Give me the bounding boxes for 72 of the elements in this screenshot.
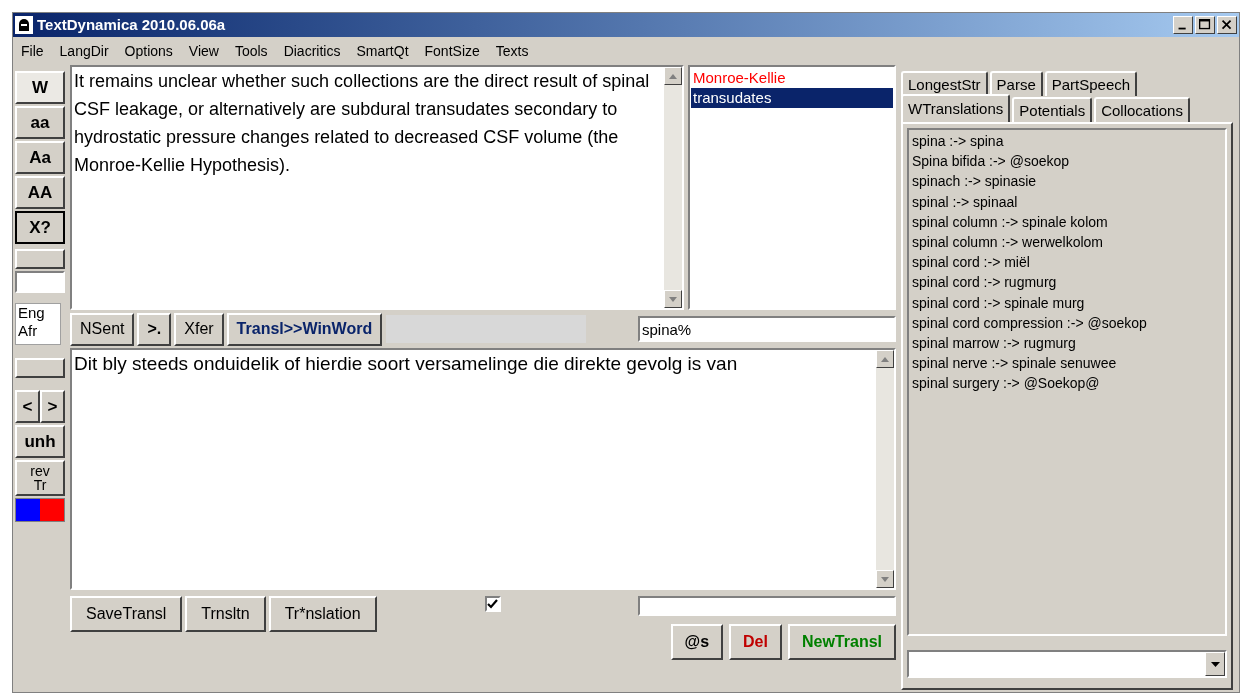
text-field[interactable] [638,596,896,616]
menu-item[interactable]: Tools [234,40,268,62]
toolbar-button[interactable]: W [15,71,65,104]
translation-entry[interactable]: spinach :-> spinasie [912,171,1222,192]
translation-entry[interactable]: spinal marrow :-> rugmurg [912,333,1222,354]
app-icon [15,16,33,34]
toolbar-button[interactable]: SaveTransl [70,596,183,632]
term-list[interactable]: Monroe-Kellie transudates [688,65,896,310]
tab[interactable]: Collocations [1094,97,1190,122]
arrow-button[interactable]: < [15,390,40,423]
menu-item[interactable]: File [21,40,44,62]
translation-entry[interactable]: spina :-> spina [912,131,1222,152]
term-item[interactable]: Monroe-Kellie [691,68,893,88]
translation-entry[interactable]: spinal cord :-> miël [912,252,1222,273]
tab[interactable]: Parse [989,71,1043,96]
translation-entry[interactable]: Spina bifida :-> @soekop [912,151,1222,172]
translation-entry[interactable]: spinal cord compression :-> @soekop [912,312,1222,334]
menu-item[interactable]: Options [124,40,173,62]
tab[interactable]: LongestStr [901,71,988,96]
dropdown[interactable] [907,650,1227,678]
menu-item[interactable]: Diacritics [283,40,341,62]
tab[interactable]: PartSpeech [1044,71,1138,96]
scrollbar[interactable] [664,67,682,308]
toolbar-button[interactable]: X? [15,211,65,244]
translation-entry[interactable]: spinal cord :-> rugmurg [912,272,1222,293]
translation-entry[interactable]: spinal cord :-> spinale murg [912,292,1222,313]
toolbar-button[interactable]: aa [15,106,65,139]
tab[interactable]: WTranslations [901,94,1011,122]
toolbar-button[interactable]: NSent [70,312,135,346]
language-label[interactable]: Eng [18,304,58,322]
window-title: TextDynamica 2010.06.06a [37,14,226,35]
toolbar-button[interactable]: Tr*nslation [268,596,377,632]
arrow-button[interactable]: > [40,390,65,423]
scroll-up-icon[interactable] [669,73,677,79]
menu-item[interactable]: FontSize [424,40,480,62]
maximize-icon[interactable] [1195,16,1215,34]
scroll-down-icon[interactable] [881,576,889,582]
blank-button[interactable] [15,249,65,269]
toolbar-button[interactable]: Aa [15,141,65,174]
translation-entry[interactable]: spinal column :-> werwelkolom [912,232,1222,253]
action-button[interactable]: @s [670,624,724,660]
toolbar-button[interactable]: Transl>>WinWord [226,312,383,346]
color-swatch[interactable] [16,499,40,521]
toolbar-button[interactable]: Trnsltn [185,596,266,632]
menu-item[interactable]: SmartQt [356,40,409,62]
menu-item[interactable]: View [188,40,219,62]
menu-item[interactable]: Texts [495,40,529,62]
action-button[interactable]: Del [729,624,782,660]
color-swatch[interactable] [40,499,64,521]
language-label[interactable]: Afr [18,322,58,340]
scrollbar[interactable] [876,350,894,588]
term-item[interactable]: transudates [691,88,893,108]
translation-entry[interactable]: spinal surgery :-> @Soekop@ [912,373,1222,394]
rev-tr-button[interactable]: rev Tr [15,460,65,496]
dropdown-arrow-icon[interactable] [1210,661,1220,667]
toolbar-button[interactable]: Xfer [174,312,224,346]
translation-entry[interactable]: spinal :-> spinaal [912,191,1222,212]
toolbar-button[interactable]: AA [15,176,65,209]
close-icon[interactable] [1217,16,1237,34]
checkbox[interactable] [484,596,501,612]
scroll-down-icon[interactable] [669,296,677,302]
translation-entry[interactable]: spinal nerve :-> spinale senuwee [912,353,1222,374]
translation-entry[interactable]: spinal column :-> spinale kolom [912,211,1222,232]
toolbar-button[interactable]: >. [137,312,172,346]
toolbar-button[interactable]: unh [15,425,65,458]
tab[interactable]: Potentials [1012,97,1093,122]
scroll-up-icon[interactable] [881,356,889,362]
text-field[interactable] [15,271,65,293]
menu-item[interactable]: LangDir [59,40,109,62]
blank-button[interactable] [15,358,65,378]
minimize-icon[interactable] [1173,16,1193,34]
search-field[interactable]: spina% [638,316,896,342]
